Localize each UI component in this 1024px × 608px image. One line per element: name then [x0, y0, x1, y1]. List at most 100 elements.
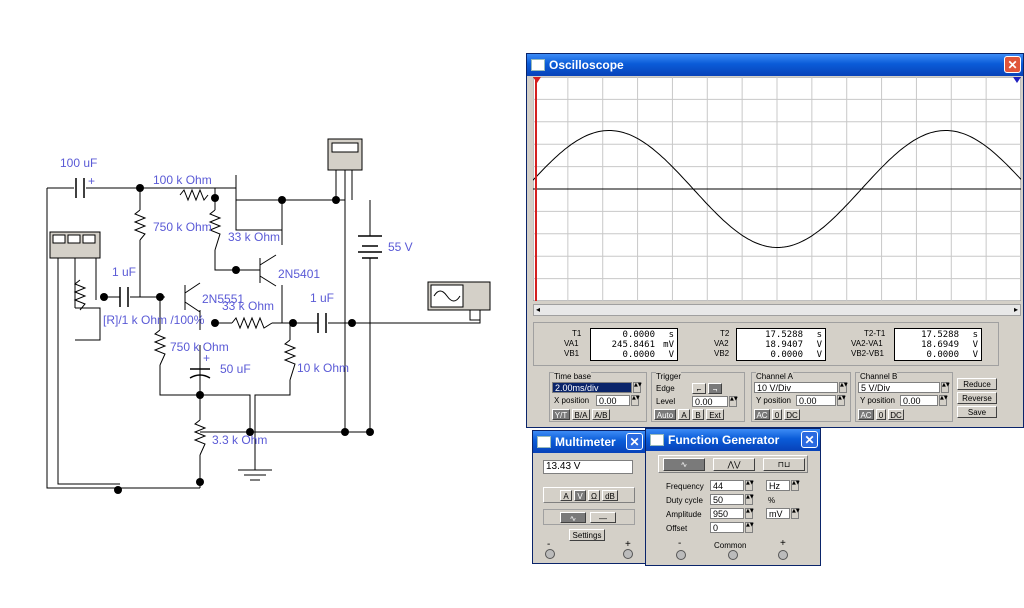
- channel-b-scale-spinner[interactable]: ▲▼: [941, 382, 950, 393]
- mode-ba-button[interactable]: B/A: [572, 409, 590, 420]
- settings-button[interactable]: Settings: [569, 529, 605, 541]
- function-generator-title: Function Generator: [668, 433, 780, 447]
- circuit-schematic: 100 uF + 100 k Ohm 750 k Ohm 33 k Ohm 2N…: [46, 138, 491, 494]
- channel-a-group: Channel A 10 V/Div ▲▼ Y position 0.00 ▲▼…: [751, 372, 851, 422]
- duty-unit: %: [768, 496, 776, 505]
- trigger-auto-button[interactable]: Auto: [654, 409, 676, 420]
- label-r-coll: 33 k Ohm: [228, 230, 280, 244]
- oscilloscope-window: Oscilloscope ✕ ◂ ▸ T1 VA1 VB1 0.0000 s 24…: [526, 53, 1024, 428]
- waveform-selector: ∿ ⋀⋁ ⊓⊔: [658, 455, 808, 473]
- edge-falling-icon[interactable]: ¬: [708, 383, 722, 394]
- channel-a-ac-button[interactable]: AC: [754, 409, 770, 420]
- label-c-mid: 1 uF: [112, 265, 136, 279]
- duty-input[interactable]: 50: [710, 494, 744, 505]
- amplitude-label: Amplitude: [666, 510, 702, 519]
- window-icon: [531, 59, 545, 71]
- close-icon[interactable]: ✕: [626, 433, 643, 450]
- mode-a-button[interactable]: A: [560, 490, 572, 501]
- channel-a-dc-button[interactable]: DC: [784, 409, 800, 420]
- channel-b-group: Channel B 5 V/Div ▲▼ Y position 0.00 ▲▼ …: [855, 372, 953, 422]
- multimeter-window: Multimeter ✕ 13.43 V A V Ω dB ∿ — Settin…: [532, 430, 646, 564]
- mode-db-button[interactable]: dB: [602, 490, 618, 501]
- square-wave-icon[interactable]: ⊓⊔: [763, 458, 805, 471]
- channel-b-dc-button[interactable]: DC: [888, 409, 904, 420]
- oscilloscope-screen[interactable]: [533, 77, 1021, 301]
- channel-a-ypos-spinner[interactable]: ▲▼: [837, 395, 846, 406]
- scroll-left-icon[interactable]: ◂: [536, 305, 540, 314]
- channel-b-ypos-spinner[interactable]: ▲▼: [939, 395, 948, 406]
- channel-b-zero-button[interactable]: 0: [876, 409, 886, 420]
- fg-minus-label: -: [678, 538, 682, 549]
- channel-b-ac-button[interactable]: AC: [858, 409, 874, 420]
- fg-plus-label: +: [780, 538, 786, 549]
- channel-a-scale[interactable]: 10 V/Div: [754, 382, 838, 393]
- edge-rising-icon[interactable]: ⌐: [692, 383, 706, 394]
- frequency-spinner[interactable]: ▲▼: [745, 480, 754, 491]
- terminal-minus-icon[interactable]: [545, 549, 555, 559]
- oscilloscope-title: Oscilloscope: [549, 58, 624, 72]
- function-generator-titlebar[interactable]: Function Generator ✕: [646, 429, 820, 451]
- ac-wave-icon[interactable]: ∿: [560, 512, 586, 523]
- mode-ohm-button[interactable]: Ω: [588, 490, 600, 501]
- vb2-label: VB2: [714, 349, 730, 358]
- window-icon: [650, 434, 664, 446]
- frequency-input[interactable]: 44: [710, 480, 744, 491]
- trigger-b-button[interactable]: B: [692, 409, 704, 420]
- amplitude-unit-select[interactable]: mV: [766, 508, 790, 519]
- dc-line-icon[interactable]: —: [590, 512, 616, 523]
- reverse-button[interactable]: Reverse: [957, 392, 997, 404]
- level-input[interactable]: 0.00: [692, 396, 728, 407]
- save-button[interactable]: Save: [957, 406, 997, 418]
- terminal-plus-icon[interactable]: [623, 549, 633, 559]
- channel-a-zero-button[interactable]: 0: [772, 409, 782, 420]
- mode-yt-button[interactable]: Y/T: [552, 409, 570, 420]
- va2va1-label: VA2-VA1: [851, 339, 883, 348]
- mode-v-button[interactable]: V: [574, 490, 586, 501]
- trigger-a-button[interactable]: A: [678, 409, 690, 420]
- channel-a-ypos-input[interactable]: 0.00: [796, 395, 836, 406]
- offset-spinner[interactable]: ▲▼: [745, 522, 754, 533]
- xposition-spinner[interactable]: ▲▼: [631, 395, 640, 406]
- scroll-right-icon[interactable]: ▸: [1014, 305, 1018, 314]
- frequency-unit-select[interactable]: Hz: [766, 480, 790, 491]
- multimeter-display: 13.43 V: [543, 460, 633, 474]
- oscilloscope-titlebar[interactable]: Oscilloscope ✕: [527, 54, 1023, 76]
- amplitude-input[interactable]: 950: [710, 508, 744, 519]
- label-pot: [R]/1 k Ohm /100%: [103, 313, 205, 327]
- reduce-button[interactable]: Reduce: [957, 378, 997, 390]
- xposition-input[interactable]: 0.00: [596, 395, 630, 406]
- label-c-out: 1 uF: [310, 291, 334, 305]
- trigger-title: Trigger: [656, 372, 682, 381]
- fg-terminal-minus-icon[interactable]: [676, 550, 686, 560]
- offset-input[interactable]: 0: [710, 522, 744, 533]
- channel-a-title: Channel A: [756, 372, 793, 381]
- xposition-label: X position: [554, 396, 590, 405]
- multimeter-titlebar[interactable]: Multimeter ✕: [533, 431, 645, 453]
- channel-b-ypos-input[interactable]: 0.00: [900, 395, 938, 406]
- level-label: Level: [656, 397, 676, 406]
- label-c-in: 100 uF: [60, 156, 97, 170]
- label-r-bias1: 750 k Ohm: [153, 220, 212, 234]
- triangle-wave-icon[interactable]: ⋀⋁: [713, 458, 755, 471]
- fg-terminal-plus-icon[interactable]: [778, 550, 788, 560]
- level-spinner[interactable]: ▲▼: [729, 396, 738, 407]
- mode-ab-button[interactable]: A/B: [592, 409, 610, 420]
- label-r-load: 10 k Ohm: [297, 361, 349, 375]
- window-icon: [537, 436, 551, 448]
- label-r-bias2: 750 k Ohm: [170, 340, 229, 354]
- trigger-ext-button[interactable]: Ext: [706, 409, 724, 420]
- duty-spinner[interactable]: ▲▼: [745, 494, 754, 505]
- channel-b-scale[interactable]: 5 V/Div: [858, 382, 940, 393]
- timebase-select[interactable]: 2.00ms/div: [552, 382, 632, 393]
- close-icon[interactable]: ✕: [801, 431, 818, 448]
- frequency-unit-spinner[interactable]: ▲▼: [791, 480, 800, 491]
- timebase-spinner[interactable]: ▲▼: [633, 382, 642, 393]
- close-icon[interactable]: ✕: [1004, 56, 1021, 73]
- frequency-label: Frequency: [666, 482, 704, 491]
- amplitude-unit-spinner[interactable]: ▲▼: [791, 508, 800, 519]
- sine-wave-icon[interactable]: ∿: [663, 458, 705, 471]
- amplitude-spinner[interactable]: ▲▼: [745, 508, 754, 519]
- screen-scrollbar[interactable]: ◂ ▸: [533, 304, 1021, 316]
- channel-a-scale-spinner[interactable]: ▲▼: [839, 382, 848, 393]
- fg-terminal-common-icon[interactable]: [728, 550, 738, 560]
